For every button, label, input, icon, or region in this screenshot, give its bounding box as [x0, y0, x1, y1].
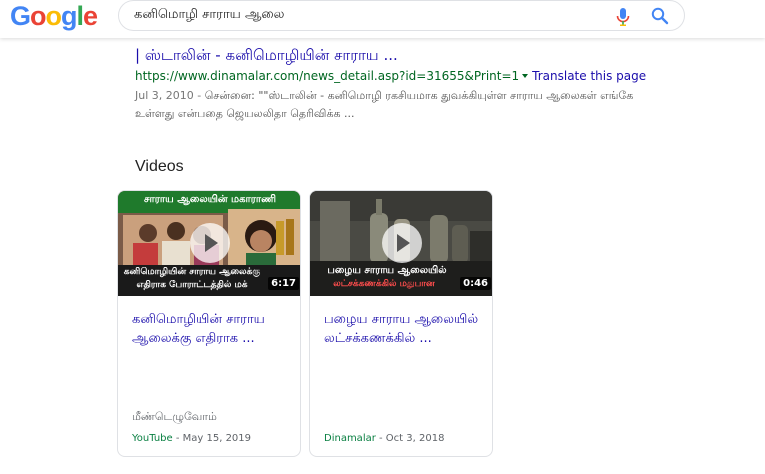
logo-letter: e: [83, 1, 98, 31]
search-header: Google: [0, 0, 765, 38]
play-icon[interactable]: [190, 223, 230, 263]
google-logo[interactable]: Google: [10, 1, 98, 31]
video-duration: 6:17: [268, 277, 299, 290]
result-snippet: Jul 3, 2010 - சென்னை: ""ஸ்டாலின் - கனிமொ…: [135, 87, 665, 123]
video-channel: மீண்டெழுவோம்: [132, 410, 217, 423]
video-thumbnail[interactable]: பழைய சாராய ஆலையில் லட்சக்கணக்கில் மதுபான…: [310, 191, 492, 296]
search-icon[interactable]: [650, 6, 670, 26]
thumb-caption-line1: பழைய சாராய ஆலையில்: [327, 265, 447, 276]
logo-letter: o: [30, 1, 46, 31]
mic-icon[interactable]: [615, 7, 631, 27]
video-thumbnail[interactable]: சாராய ஆலையின் மகாராணி கனிமொழியின் சாராய …: [118, 191, 300, 296]
video-duration: 0:46: [460, 277, 491, 290]
caret-down-icon[interactable]: [522, 73, 529, 78]
play-icon[interactable]: [382, 223, 422, 263]
video-source: Dinamalar: [324, 433, 376, 444]
thumb-caption-top: சாராய ஆலையின் மகாராணி: [144, 194, 276, 205]
snippet-text: சென்னை: ""ஸ்டாலின் - கனிமொழி ரகசியமாக து…: [135, 89, 634, 120]
video-source: YouTube: [132, 433, 173, 444]
translate-link[interactable]: Translate this page: [532, 69, 646, 83]
video-meta: YouTube - May 15, 2019: [132, 433, 251, 444]
video-meta: Dinamalar - Oct 3, 2018: [324, 433, 444, 444]
video-title-link[interactable]: கனிமொழியின் சாராய ஆலைக்கு எதிராக ...: [132, 310, 292, 348]
video-card[interactable]: சாராய ஆலையின் மகாராணி கனிமொழியின் சாராய …: [117, 190, 301, 457]
search-box: [118, 0, 685, 31]
video-card[interactable]: பழைய சாராய ஆலையில் லட்சக்கணக்கில் மதுபான…: [309, 190, 493, 457]
logo-letter: G: [10, 1, 31, 31]
result-url-line: https://www.dinamalar.com/news_detail.as…: [135, 67, 675, 85]
snippet-date: Jul 3, 2010 -: [135, 89, 205, 102]
search-result: | ஸ்டாலின் - கனிமொழியின் சாராய ... https…: [135, 44, 675, 123]
result-title-link[interactable]: | ஸ்டாலின் - கனிமொழியின் சாராய ...: [135, 44, 675, 66]
video-date: - May 15, 2019: [172, 433, 252, 444]
result-url[interactable]: https://www.dinamalar.com/news_detail.as…: [135, 69, 519, 83]
logo-letter: g: [61, 1, 77, 31]
videos-heading: Videos: [135, 158, 184, 175]
video-date: - Oct 3, 2018: [375, 433, 445, 444]
video-title-link[interactable]: பழைய சாராய ஆலையில் லட்சக்கணக்கில் ...: [324, 310, 484, 348]
search-input[interactable]: [134, 7, 604, 22]
logo-letter: o: [45, 1, 62, 31]
